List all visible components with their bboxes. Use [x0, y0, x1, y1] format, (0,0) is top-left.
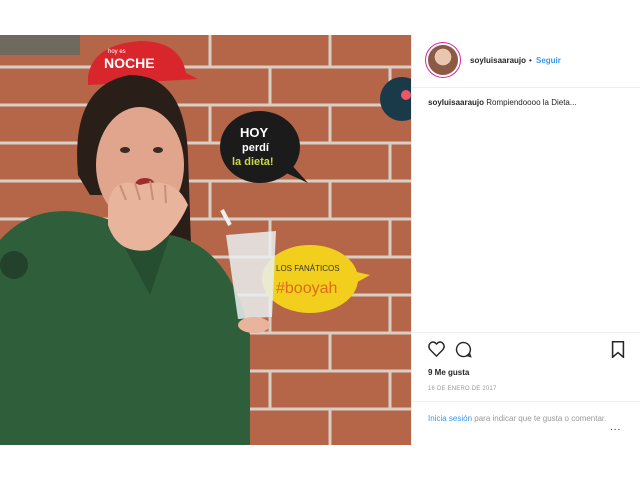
likes-count[interactable]: 9 Me gusta	[428, 368, 469, 377]
follow-button[interactable]: Seguir	[536, 56, 561, 65]
login-rest: para indicar que te gusta o comentar.	[474, 414, 607, 423]
instagram-post: hoy es NOCHE HOY perdí la dieta! LOS FAN…	[0, 35, 640, 445]
post-photo[interactable]: hoy es NOCHE HOY perdí la dieta! LOS FAN…	[0, 35, 411, 445]
photo-illustration: hoy es NOCHE HOY perdí la dieta! LOS FAN…	[0, 35, 411, 445]
header-separator: •	[529, 56, 532, 65]
svg-text:HOY: HOY	[240, 125, 269, 140]
more-options-icon[interactable]: ...	[610, 422, 621, 433]
avatar[interactable]	[428, 45, 458, 75]
post-date: 16 DE ENERO DE 2017	[428, 386, 497, 392]
caption-username[interactable]: soyluisaaraujo	[428, 98, 484, 107]
bookmark-icon[interactable]	[611, 341, 625, 358]
post-sidebar: soyluisaaraujo • Seguir soyluisaaraujo R…	[411, 35, 640, 445]
heart-icon[interactable]	[428, 341, 445, 357]
login-link[interactable]: Inicia sesión	[428, 414, 472, 423]
header-username[interactable]: soyluisaaraujo	[470, 56, 526, 65]
comment-icon[interactable]	[455, 341, 472, 358]
caption-text: Rompiendoooo la Dieta...	[486, 98, 577, 107]
svg-text:la dieta!: la dieta!	[232, 156, 274, 168]
post-caption: soyluisaaraujo Rompiendoooo la Dieta...	[428, 98, 577, 107]
login-text: Inicia sesión para indicar que te gusta …	[428, 412, 608, 425]
post-header: soyluisaaraujo • Seguir	[412, 35, 640, 88]
svg-text:NOCHE: NOCHE	[104, 55, 155, 71]
svg-text:#booyah: #booyah	[276, 280, 337, 297]
svg-text:perdí: perdí	[242, 142, 270, 154]
login-prompt: Inicia sesión para indicar que te gusta …	[412, 401, 640, 446]
svg-text:LOS FANÁTICOS: LOS FANÁTICOS	[276, 264, 340, 273]
